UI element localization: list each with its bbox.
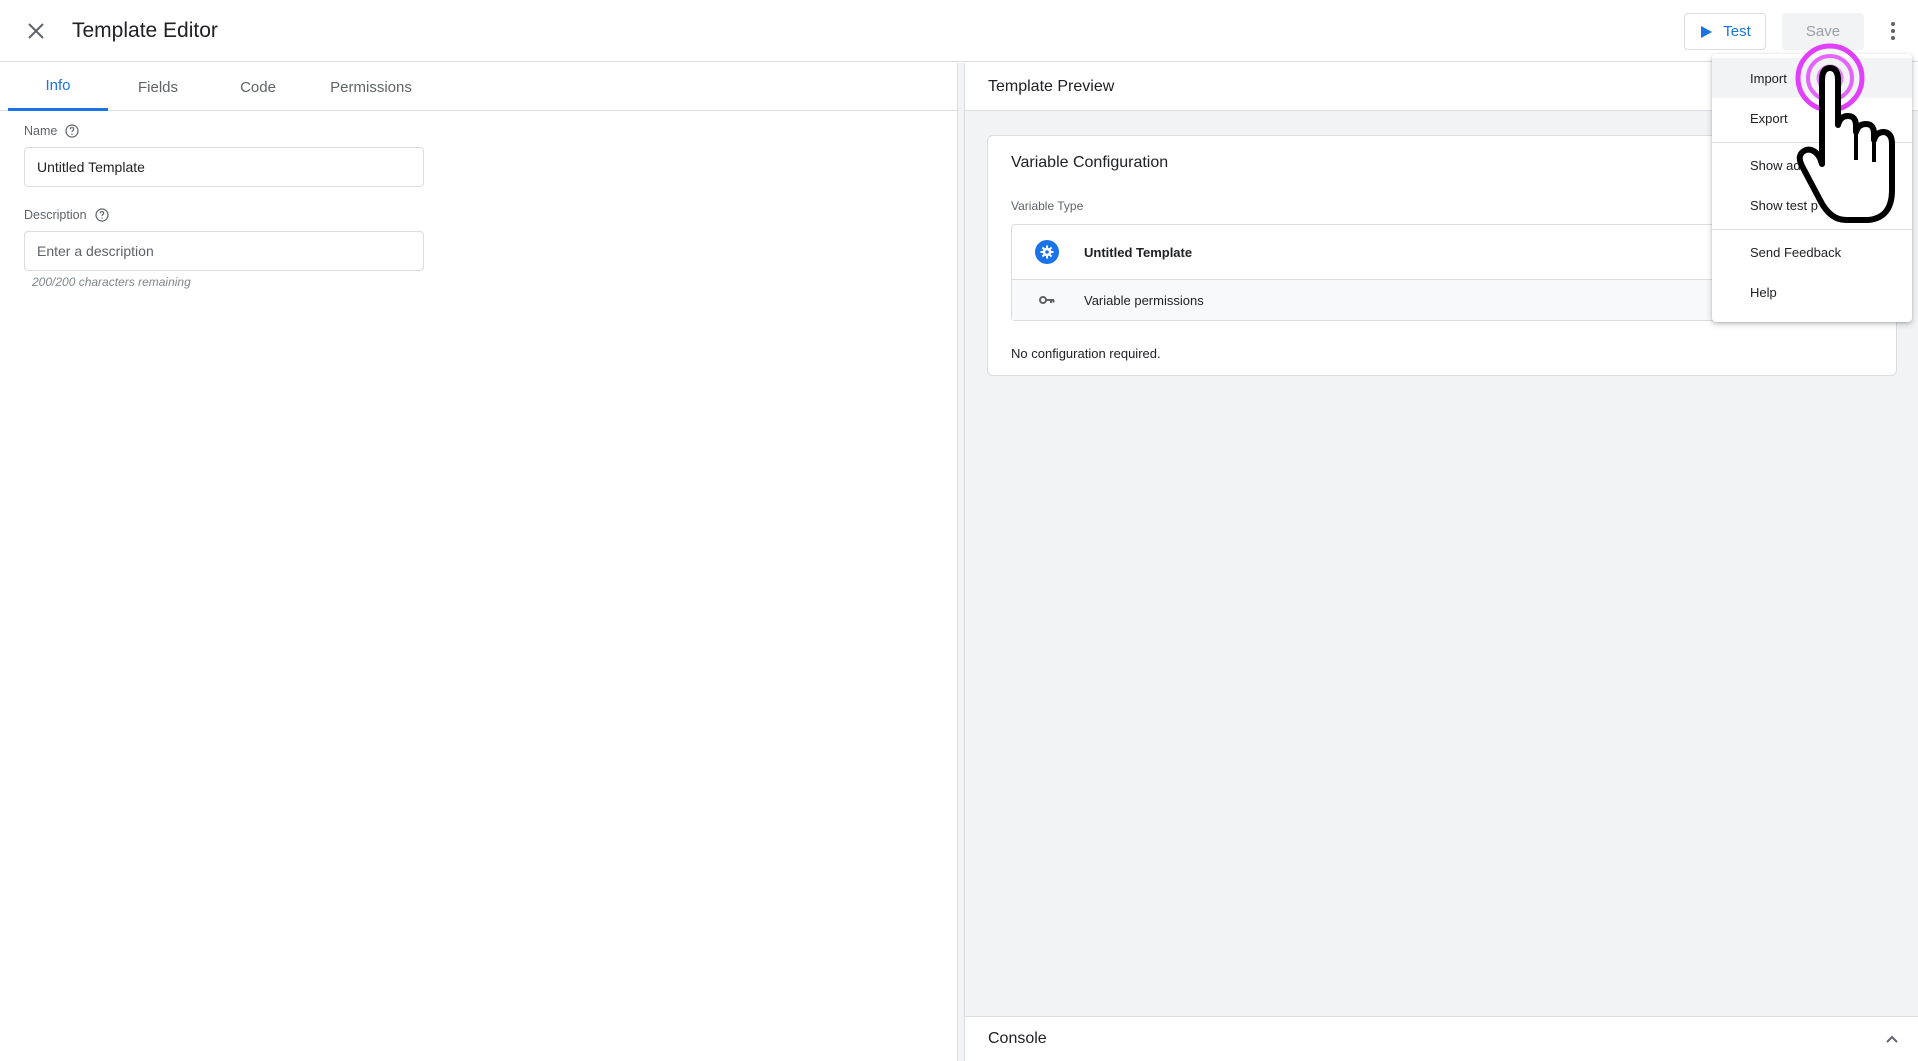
console-bar[interactable]: Console [965,1016,1918,1061]
save-button[interactable]: Save [1782,13,1864,50]
console-title: Console [988,1030,1047,1047]
tab-fields[interactable]: Fields [108,63,208,111]
editor-tabs: Info Fields Code Permissions [0,63,957,111]
gear-icon [1035,240,1059,264]
test-button-label: Test [1723,23,1751,40]
name-field-label: Name [24,124,79,138]
tab-permissions[interactable]: Permissions [315,63,427,111]
tab-code[interactable]: Code [208,63,308,111]
help-icon[interactable] [94,208,109,222]
more-options-button[interactable] [1878,15,1908,47]
editor-panel: Info Fields Code Permissions Name Descri… [0,63,957,1061]
variable-permissions-label: Variable permissions [1084,293,1204,308]
description-input[interactable] [24,231,424,271]
save-button-label: Save [1805,23,1841,40]
config-title: Variable Configuration [1011,154,1169,171]
app-header: Template Editor Test Save [0,0,1918,62]
preview-title: Template Preview [988,78,1115,95]
no-config-message: No configuration required. [1011,346,1161,361]
menu-item-show-advanced[interactable]: Show ad [1712,145,1912,185]
menu-item-export[interactable]: Export [1712,98,1912,138]
name-label-text: Name [24,124,58,138]
name-input[interactable] [24,147,424,187]
menu-item-send-feedback[interactable]: Send Feedback [1712,232,1912,272]
panel-resize-handle[interactable] [957,63,965,1061]
close-button[interactable] [20,15,52,47]
play-icon [1701,25,1713,38]
tab-info[interactable]: Info [8,63,108,111]
key-icon [1039,296,1055,304]
more-options-menu: Import Export Show ad Show test p Send F… [1712,54,1912,322]
close-icon [28,23,44,39]
description-label-text: Description [24,208,87,222]
char-count: 200/200 characters remaining [32,275,191,289]
help-icon[interactable] [65,124,79,138]
chevron-up-icon[interactable] [1882,1029,1902,1049]
more-vert-icon [1891,22,1895,40]
menu-item-show-test[interactable]: Show test p [1712,185,1912,225]
menu-item-help[interactable]: Help [1712,272,1912,312]
menu-divider [1712,142,1912,143]
variable-type-label: Variable Type [1011,199,1084,213]
test-button[interactable]: Test [1684,13,1766,50]
description-field-label: Description [24,208,109,222]
variable-type-name: Untitled Template [1084,245,1193,260]
page-title: Template Editor [72,19,218,42]
menu-item-import[interactable]: Import [1712,58,1912,98]
menu-divider [1712,229,1912,230]
